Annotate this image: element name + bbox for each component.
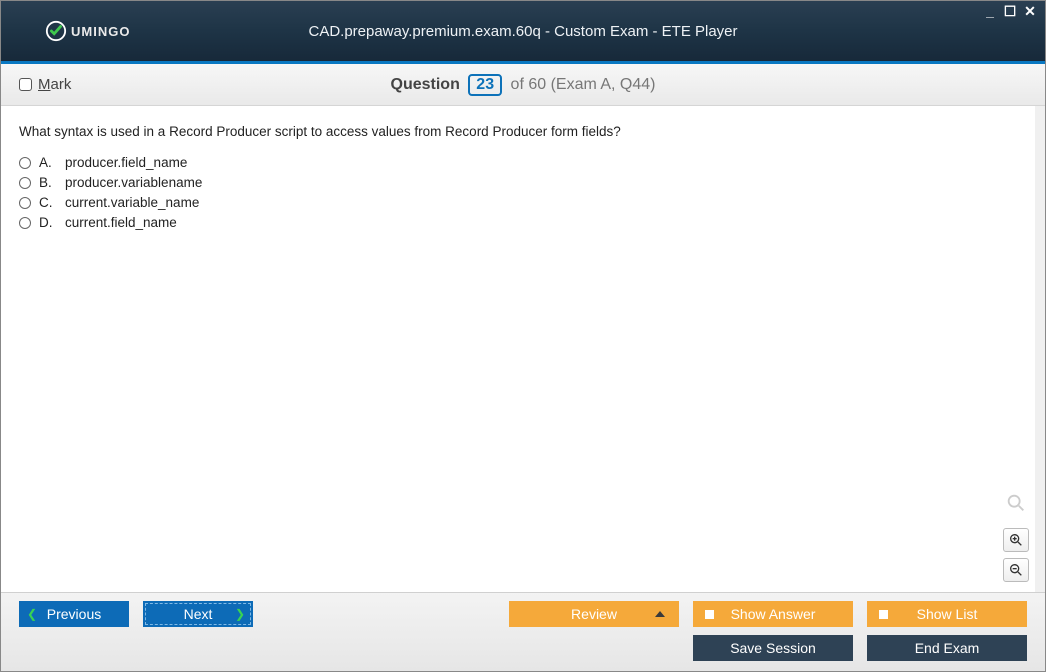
review-label: Review (571, 606, 617, 622)
previous-button[interactable]: ❮ Previous (19, 601, 129, 627)
mark-checkbox[interactable] (19, 78, 32, 91)
close-button[interactable]: ✕ (1023, 5, 1037, 17)
answer-option[interactable]: B. producer.variablename (19, 175, 1017, 190)
footer-row-1: ❮ Previous Next ❯ Review Show Answer Sho… (19, 601, 1027, 627)
footer: ❮ Previous Next ❯ Review Show Answer Sho… (1, 592, 1045, 671)
answer-option[interactable]: C. current.variable_name (19, 195, 1017, 210)
option-text: producer.variablename (65, 175, 202, 190)
radio-icon[interactable] (19, 157, 31, 169)
stop-icon (879, 610, 888, 619)
option-letter: A. (39, 155, 57, 170)
question-text: What syntax is used in a Record Producer… (19, 124, 1017, 139)
option-letter: B. (39, 175, 57, 190)
answer-option[interactable]: D. current.field_name (19, 215, 1017, 230)
review-button[interactable]: Review (509, 601, 679, 627)
window-title: CAD.prepaway.premium.exam.60q - Custom E… (1, 23, 1045, 40)
option-letter: C. (39, 195, 57, 210)
minimize-button[interactable]: _ (983, 5, 997, 17)
logo-checkmark-icon (45, 20, 67, 42)
option-text: current.variable_name (65, 195, 199, 210)
radio-icon[interactable] (19, 197, 31, 209)
save-session-button[interactable]: Save Session (693, 635, 853, 661)
footer-row-2: Save Session End Exam (19, 635, 1027, 661)
show-list-button[interactable]: Show List (867, 601, 1027, 627)
question-number: 23 (468, 74, 502, 96)
show-answer-label: Show Answer (731, 606, 816, 622)
maximize-button[interactable]: ☐ (1003, 5, 1017, 17)
chevron-left-icon: ❮ (27, 607, 37, 621)
answer-options: A. producer.field_name B. producer.varia… (19, 155, 1017, 230)
logo-text: UMINGO (71, 24, 130, 39)
question-header: Mark Question 23 of 60 (Exam A, Q44) (1, 64, 1045, 106)
option-text: producer.field_name (65, 155, 187, 170)
question-progress: Question 23 of 60 (Exam A, Q44) (1, 74, 1045, 96)
radio-icon[interactable] (19, 217, 31, 229)
radio-icon[interactable] (19, 177, 31, 189)
stop-icon (705, 610, 714, 619)
title-bar: UMINGO CAD.prepaway.premium.exam.60q - C… (1, 1, 1045, 64)
previous-label: Previous (47, 606, 101, 622)
end-exam-label: End Exam (915, 640, 980, 656)
zoom-in-button[interactable] (1003, 528, 1029, 552)
question-content: What syntax is used in a Record Producer… (1, 106, 1045, 592)
next-button[interactable]: Next ❯ (143, 601, 253, 627)
next-label: Next (184, 606, 213, 622)
mark-label: Mark (38, 76, 71, 93)
zoom-controls (1003, 492, 1029, 582)
triangle-up-icon (655, 611, 665, 617)
search-icon[interactable] (1005, 492, 1027, 520)
chevron-right-icon: ❯ (235, 607, 245, 621)
answer-option[interactable]: A. producer.field_name (19, 155, 1017, 170)
window-controls: _ ☐ ✕ (983, 5, 1037, 17)
question-total: of 60 (Exam A, Q44) (511, 76, 656, 93)
save-session-label: Save Session (730, 640, 816, 656)
question-label: Question (391, 76, 460, 93)
end-exam-button[interactable]: End Exam (867, 635, 1027, 661)
mark-checkbox-wrap[interactable]: Mark (19, 76, 71, 93)
show-list-label: Show List (917, 606, 978, 622)
app-logo: UMINGO (45, 20, 130, 42)
zoom-out-button[interactable] (1003, 558, 1029, 582)
option-text: current.field_name (65, 215, 177, 230)
show-answer-button[interactable]: Show Answer (693, 601, 853, 627)
option-letter: D. (39, 215, 57, 230)
